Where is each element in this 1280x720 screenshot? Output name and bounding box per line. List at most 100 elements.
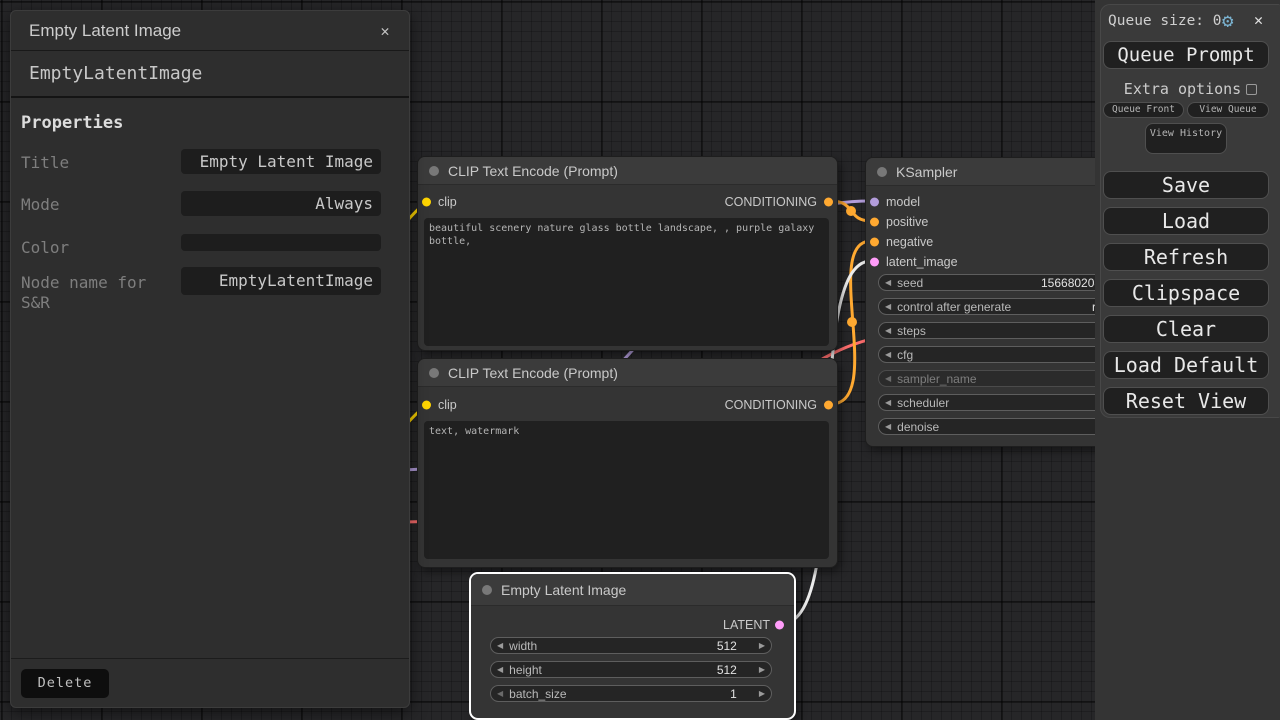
clipspace-button[interactable]: Clipspace [1103,279,1269,307]
input-port-label: clip [438,398,457,412]
node-title-bar[interactable]: CLIP Text Encode (Prompt) [418,359,837,387]
widget-control-after-generate[interactable]: ◀ control after generate randomize [878,298,1111,315]
widget-denoise[interactable]: ◀ denoise [878,418,1111,435]
widget-cfg[interactable]: ◀ cfg [878,346,1111,363]
input-port-negative[interactable] [870,238,879,247]
queue-prompt-button[interactable]: Queue Prompt [1103,41,1269,69]
input-port-latent-image[interactable] [870,258,879,267]
comfyui-app: CLIP Text Encode (Prompt) clip CONDITION… [0,0,1280,720]
queue-size-label: Queue size: 0 [1108,13,1222,29]
queue-front-button[interactable]: Queue Front [1103,102,1184,118]
widget-width[interactable]: ◀ width 512 ▶ [490,637,772,654]
input-port-label: clip [438,195,457,209]
decrement-arrow-icon[interactable]: ◀ [879,323,897,338]
close-icon[interactable]: ✕ [1254,11,1263,29]
node-title-bar[interactable]: Empty Latent Image [471,574,794,606]
widget-value: 512 [717,639,737,653]
prompt-text-area[interactable]: text, watermark [424,421,829,559]
decrement-arrow-icon[interactable]: ◀ [879,419,897,434]
increment-arrow-icon[interactable]: ▶ [753,638,771,653]
extra-options-checkbox[interactable] [1246,84,1257,95]
node-properties-panel: Empty Latent Image ✕ EmptyLatentImage Pr… [10,10,410,708]
input-port-clip[interactable] [422,401,431,410]
extra-options-label: Extra options [1124,80,1241,98]
prompt-text-area[interactable]: beautiful scenery nature glass bottle la… [424,218,829,346]
link-midpoint-dot[interactable] [847,317,857,327]
node-title: KSampler [896,164,957,180]
reset-view-button[interactable]: Reset View [1103,387,1269,415]
node-clip-text-encode-positive[interactable]: CLIP Text Encode (Prompt) clip CONDITION… [417,156,838,351]
decrement-arrow-icon[interactable]: ◀ [879,275,897,290]
widget-name: width [509,639,537,653]
decrement-arrow-icon[interactable]: ◀ [879,347,897,362]
panel-title: Empty Latent Image [29,21,181,41]
widget-name: height [509,663,542,677]
input-port-label: model [886,195,920,209]
field-label-title: Title [21,153,179,173]
panel-title-bar: Empty Latent Image ✕ [11,11,409,51]
widget-name: scheduler [897,396,949,410]
widget-name: sampler_name [897,372,976,386]
field-input-node-name[interactable]: EmptyLatentImage [181,267,381,295]
field-label-color: Color [21,238,179,258]
node-title-bar[interactable]: KSampler [866,158,1109,186]
field-input-title[interactable]: Empty Latent Image [181,149,381,174]
node-ksampler[interactable]: KSampler model positive negative latent_… [865,157,1110,447]
input-port-positive[interactable] [870,218,879,227]
widget-seed[interactable]: ◀ seed 1566802087 [878,274,1111,291]
view-history-button[interactable]: View History [1145,123,1227,154]
input-port-model[interactable] [870,198,879,207]
save-button[interactable]: Save [1103,171,1269,199]
widget-value: 512 [717,663,737,677]
decrement-arrow-icon[interactable]: ◀ [879,395,897,410]
node-clip-text-encode-negative[interactable]: CLIP Text Encode (Prompt) clip CONDITION… [417,358,838,568]
field-input-color[interactable] [181,234,381,251]
delete-button[interactable]: Delete [21,669,109,698]
close-icon[interactable]: ✕ [375,21,395,41]
widget-name: batch_size [509,687,566,701]
decrement-arrow-icon[interactable]: ◀ [491,638,509,653]
widget-steps[interactable]: ◀ steps [878,322,1111,339]
menu-column: Queue size: 0 ⚙ ✕ Queue Prompt Extra opt… [1095,0,1280,720]
field-label-node-name: Node name for S&R [21,273,179,313]
widget-scheduler[interactable]: ◀ scheduler [878,394,1111,411]
view-queue-button[interactable]: View Queue [1187,102,1269,118]
panel-footer: Delete [11,658,409,707]
output-port-conditioning[interactable] [824,401,833,410]
node-title: Empty Latent Image [501,582,626,598]
widget-name: seed [897,276,923,290]
widget-batch-size[interactable]: ◀ batch_size 1 ▶ [490,685,772,702]
collapse-dot-icon[interactable] [482,585,492,595]
collapse-dot-icon[interactable] [877,167,887,177]
clear-button[interactable]: Clear [1103,315,1269,343]
widget-name: cfg [897,348,913,362]
link-midpoint-dot[interactable] [846,206,856,216]
settings-gear-icon[interactable]: ⚙ [1222,9,1233,33]
refresh-button[interactable]: Refresh [1103,243,1269,271]
widget-value: 1 [730,687,737,701]
load-button[interactable]: Load [1103,207,1269,235]
input-port-label: negative [886,235,933,249]
widget-sampler-name[interactable]: ◀ sampler_name [878,370,1111,387]
widget-height[interactable]: ◀ height 512 ▶ [490,661,772,678]
decrement-arrow-icon[interactable]: ◀ [879,299,897,314]
output-port-label: CONDITIONING [725,398,817,412]
node-title-bar[interactable]: CLIP Text Encode (Prompt) [418,157,837,185]
main-menu: Queue size: 0 ⚙ ✕ Queue Prompt Extra opt… [1100,4,1280,418]
node-empty-latent-image[interactable]: Empty Latent Image LATENT ◀ width 512 ▶ … [470,573,795,719]
widget-name: steps [897,324,926,338]
decrement-arrow-icon[interactable]: ◀ [491,686,509,701]
increment-arrow-icon[interactable]: ▶ [753,686,771,701]
output-port-conditioning[interactable] [824,198,833,207]
extra-options-row: Extra options [1101,81,1280,97]
decrement-arrow-icon[interactable]: ◀ [491,662,509,677]
decrement-arrow-icon[interactable]: ◀ [879,371,897,386]
collapse-dot-icon[interactable] [429,166,439,176]
collapse-dot-icon[interactable] [429,368,439,378]
increment-arrow-icon[interactable]: ▶ [753,662,771,677]
input-port-clip[interactable] [422,198,431,207]
field-input-mode[interactable]: Always [181,191,381,216]
load-default-button[interactable]: Load Default [1103,351,1269,379]
output-port-label: CONDITIONING [725,195,817,209]
output-port-latent[interactable] [775,621,784,630]
